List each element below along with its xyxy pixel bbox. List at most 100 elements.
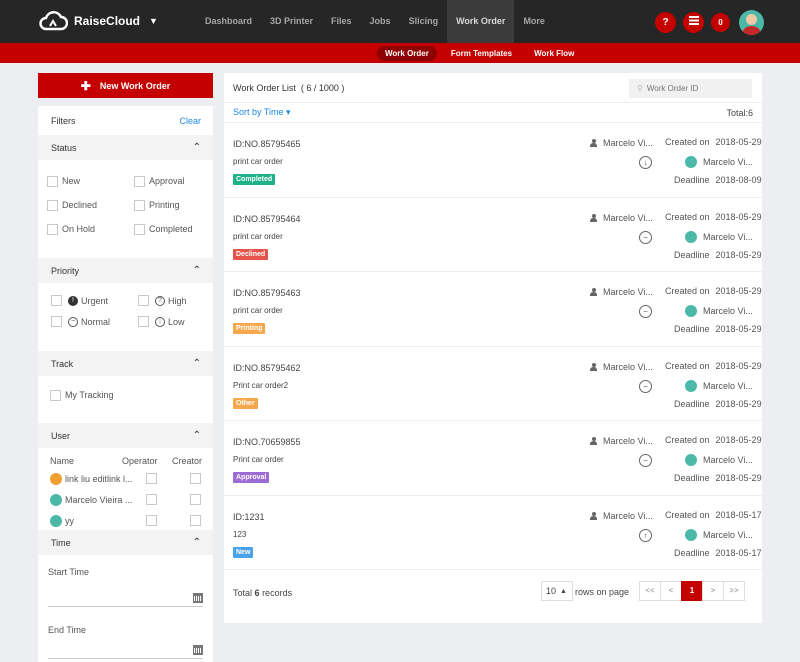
- my-tracking-checkbox[interactable]: [50, 389, 61, 401]
- status-checkbox[interactable]: [134, 199, 145, 211]
- status-option-completed[interactable]: Completed: [134, 217, 213, 241]
- rows-per-page-value: 10: [546, 586, 557, 596]
- nav-item-jobs[interactable]: Jobs: [361, 0, 400, 43]
- prev-page-button[interactable]: <: [660, 581, 682, 601]
- work-order-row[interactable]: ID:NO.85795464 print car order Declined Mar…: [224, 198, 762, 272]
- priority-option-label: Urgent: [81, 295, 109, 306]
- creator-checkbox[interactable]: [190, 515, 201, 526]
- order-list: ID:NO.85795465 print car order Completed Ma…: [224, 123, 762, 570]
- chevron-up-icon[interactable]: ⌃: [193, 142, 201, 153]
- status-option-on-hold[interactable]: On Hold: [47, 217, 134, 241]
- end-time-input[interactable]: [48, 641, 203, 659]
- sort-by-time-dropdown[interactable]: Sort by Time ▾: [233, 107, 291, 118]
- status-checkbox[interactable]: [134, 175, 145, 187]
- priority-checkbox[interactable]: [138, 316, 149, 327]
- next-page-button[interactable]: >: [702, 581, 724, 601]
- created-on: Created on 2018-05-29: [665, 137, 762, 147]
- status-checkbox[interactable]: [47, 175, 58, 187]
- cloud-logo-icon: [39, 11, 68, 31]
- chevron-up-icon[interactable]: ⌃: [193, 358, 201, 369]
- status-filter-group: New Approval Declined Printing On Hold Comple…: [38, 160, 213, 258]
- clear-filters-link[interactable]: Clear: [179, 116, 201, 126]
- priority-high-icon: ?: [155, 295, 165, 306]
- user-section-title: User: [51, 430, 71, 441]
- creator-checkbox[interactable]: [190, 473, 201, 484]
- subnav-item-form-templates[interactable]: Form Templates: [443, 46, 520, 61]
- status-option-printing[interactable]: Printing: [134, 193, 213, 217]
- status-checkbox[interactable]: [47, 199, 58, 211]
- status-checkbox[interactable]: [47, 223, 58, 235]
- search-icon: ⚲: [637, 84, 643, 93]
- calendar-icon[interactable]: [193, 593, 203, 603]
- priority-icon: −: [639, 379, 652, 393]
- user-avatar[interactable]: [739, 10, 764, 35]
- calendar-icon[interactable]: [193, 645, 203, 655]
- work-order-row[interactable]: ID:NO.85795463 print car order Printing Mar…: [224, 272, 762, 347]
- chevron-up-icon[interactable]: ⌃: [193, 265, 201, 276]
- status-option-label: Printing: [149, 200, 180, 210]
- priority-checkbox[interactable]: [51, 316, 62, 327]
- created-on: Created on 2018-05-29: [665, 286, 762, 296]
- work-order-row[interactable]: ID:NO.70659855 Print car order Approval Mar…: [224, 421, 762, 496]
- help-icon[interactable]: ?: [655, 12, 676, 33]
- status-option-new[interactable]: New: [47, 169, 134, 193]
- work-order-row[interactable]: ID:NO.85795462 Print car order2 Other Marce…: [224, 347, 762, 421]
- work-order-search-input[interactable]: [646, 84, 747, 93]
- pagination-bar: Total 6 records 10 ▲ rows on page << <1 > >…: [224, 570, 762, 616]
- my-tracking-option[interactable]: My Tracking: [50, 383, 213, 407]
- sub-nav: Work Order Form Templates Work Flow: [377, 43, 588, 63]
- nav-item-dashboard[interactable]: Dashboard: [196, 0, 261, 43]
- order-creator: Marcelo Vi...: [685, 528, 753, 541]
- last-page-button[interactable]: >>: [723, 581, 745, 601]
- nav-item-more[interactable]: More: [514, 0, 554, 43]
- status-checkbox[interactable]: [134, 223, 145, 235]
- notification-badge[interactable]: 0: [711, 13, 730, 32]
- priority-checkbox[interactable]: [138, 295, 149, 306]
- work-order-search[interactable]: ⚲: [629, 79, 752, 98]
- tasks-icon[interactable]: [683, 12, 704, 33]
- status-option-declined[interactable]: Declined: [47, 193, 134, 217]
- chevron-up-icon[interactable]: ⌃: [193, 537, 201, 548]
- user-section-header[interactable]: User ⌃: [38, 423, 213, 448]
- operator-checkbox[interactable]: [146, 494, 157, 505]
- subnav-item-work-flow[interactable]: Work Flow: [526, 46, 582, 61]
- work-order-row[interactable]: ID:1231 123 New Marcelo Vi... ↑ Created on 201…: [224, 496, 762, 570]
- nav-item-slicing[interactable]: Slicing: [400, 0, 448, 43]
- new-work-order-button[interactable]: ✚ New Work Order: [38, 73, 213, 98]
- nav-item-work-order[interactable]: Work Order: [447, 0, 515, 43]
- operator-checkbox[interactable]: [146, 473, 157, 484]
- first-page-button[interactable]: <<: [639, 581, 661, 601]
- chevron-up-icon[interactable]: ⌃: [193, 430, 201, 441]
- created-on-value: 2018-05-29: [715, 360, 762, 371]
- avatar: [50, 514, 62, 527]
- work-order-row[interactable]: ID:NO.85795465 print car order Completed Ma…: [224, 123, 762, 198]
- nav-item-files[interactable]: Files: [322, 0, 361, 43]
- app-logo[interactable]: RaiseCloud ▼: [38, 11, 158, 31]
- status-section-header[interactable]: Status ⌃: [38, 135, 213, 160]
- operator-checkbox[interactable]: [146, 515, 157, 526]
- rows-per-page-select[interactable]: 10 ▲: [541, 581, 573, 601]
- status-option-approval[interactable]: Approval: [134, 169, 213, 193]
- deadline-value: 2018-05-29: [715, 324, 762, 334]
- priority-option-high[interactable]: ? High: [138, 290, 213, 311]
- new-work-order-label: New Work Order: [99, 80, 171, 91]
- assignee-name: Marcelo Vi...: [603, 361, 653, 372]
- track-section-header[interactable]: Track ⌃: [38, 351, 213, 376]
- page-1-button[interactable]: 1: [681, 581, 703, 601]
- priority-option-low[interactable]: ↓ Low: [138, 311, 213, 332]
- priority-option-urgent[interactable]: ! Urgent: [51, 290, 138, 311]
- priority-section-header[interactable]: Priority ⌃: [38, 258, 213, 283]
- creator-checkbox[interactable]: [190, 494, 201, 505]
- priority-option-normal[interactable]: − Normal: [51, 311, 138, 332]
- nav-item-3d-printer[interactable]: 3D Printer: [261, 0, 322, 43]
- status-option-label: Completed: [149, 224, 193, 234]
- created-on: Created on 2018-05-17: [665, 510, 762, 520]
- subnav-item-work-order[interactable]: Work Order: [377, 45, 437, 61]
- created-on-value: 2018-05-29: [715, 211, 762, 222]
- user-table-header: Name Operator Creator: [38, 448, 213, 468]
- caret-down-icon[interactable]: ▼: [149, 16, 158, 26]
- rows-on-page-label: rows on page: [575, 587, 630, 597]
- start-time-input[interactable]: [48, 589, 203, 607]
- priority-checkbox[interactable]: [51, 295, 62, 306]
- time-section-header[interactable]: Time ⌃: [38, 530, 213, 555]
